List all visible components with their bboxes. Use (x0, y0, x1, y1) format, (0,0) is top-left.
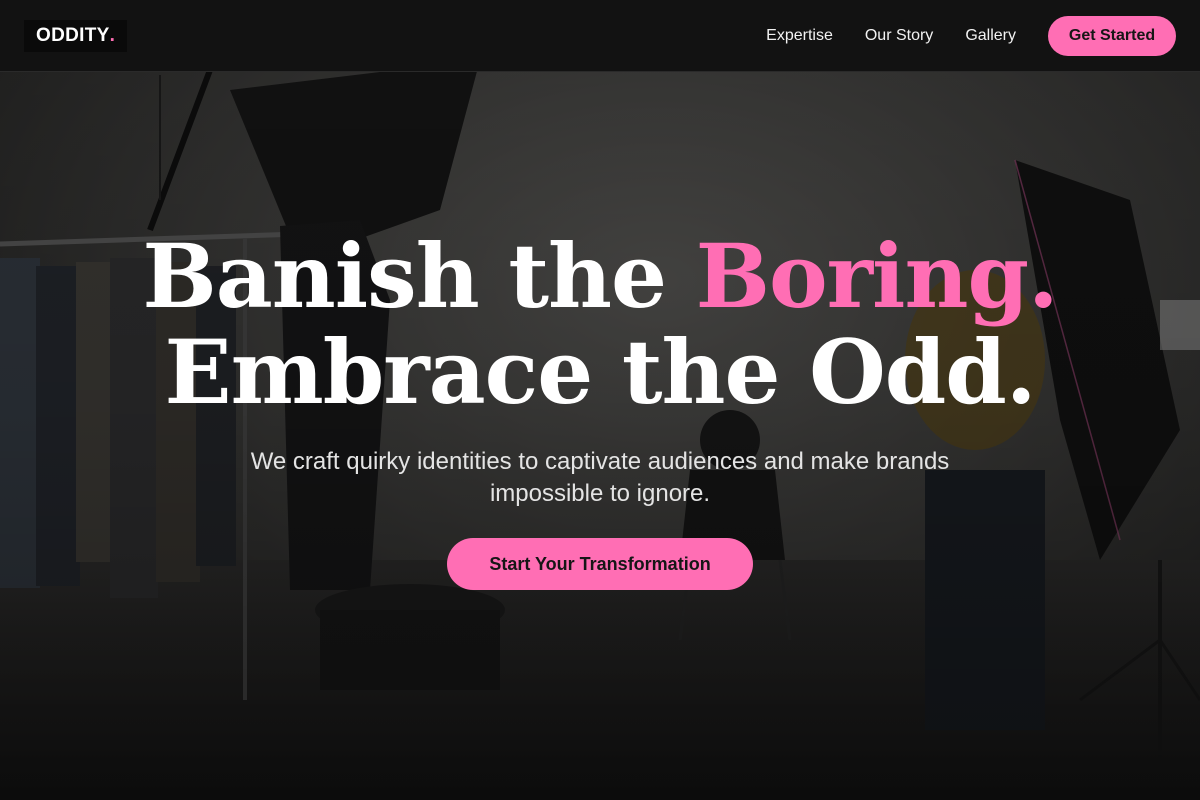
headline-accent-word: Boring. (695, 224, 1059, 328)
nav-link-gallery[interactable]: Gallery (965, 27, 1016, 45)
logo-dot: . (109, 25, 116, 46)
headline-line1: Banish the Boring. (142, 224, 1059, 328)
get-started-button[interactable]: Get Started (1048, 16, 1176, 56)
headline-line2: Embrace the Odd. (164, 320, 1037, 424)
hero-subtitle: We craft quirky identities to captivate … (250, 448, 950, 507)
logo-text: ODDITY (36, 25, 110, 46)
hero-section: Banish the Boring. Embrace the Odd. We c… (0, 228, 1200, 590)
headline-line1-prefix: Banish the (142, 224, 696, 328)
hero-headline: Banish the Boring. Embrace the Odd. (0, 228, 1200, 420)
nav-link-expertise[interactable]: Expertise (766, 27, 833, 45)
nav-link-our-story[interactable]: Our Story (865, 27, 933, 45)
top-nav-bar: ODDITY. Expertise Our Story Gallery Get … (0, 0, 1200, 72)
landing-page: ODDITY. Expertise Our Story Gallery Get … (0, 0, 1200, 800)
brand-logo[interactable]: ODDITY. (24, 20, 128, 52)
nav-links: Expertise Our Story Gallery (766, 0, 1016, 72)
start-transformation-button[interactable]: Start Your Transformation (447, 538, 753, 590)
